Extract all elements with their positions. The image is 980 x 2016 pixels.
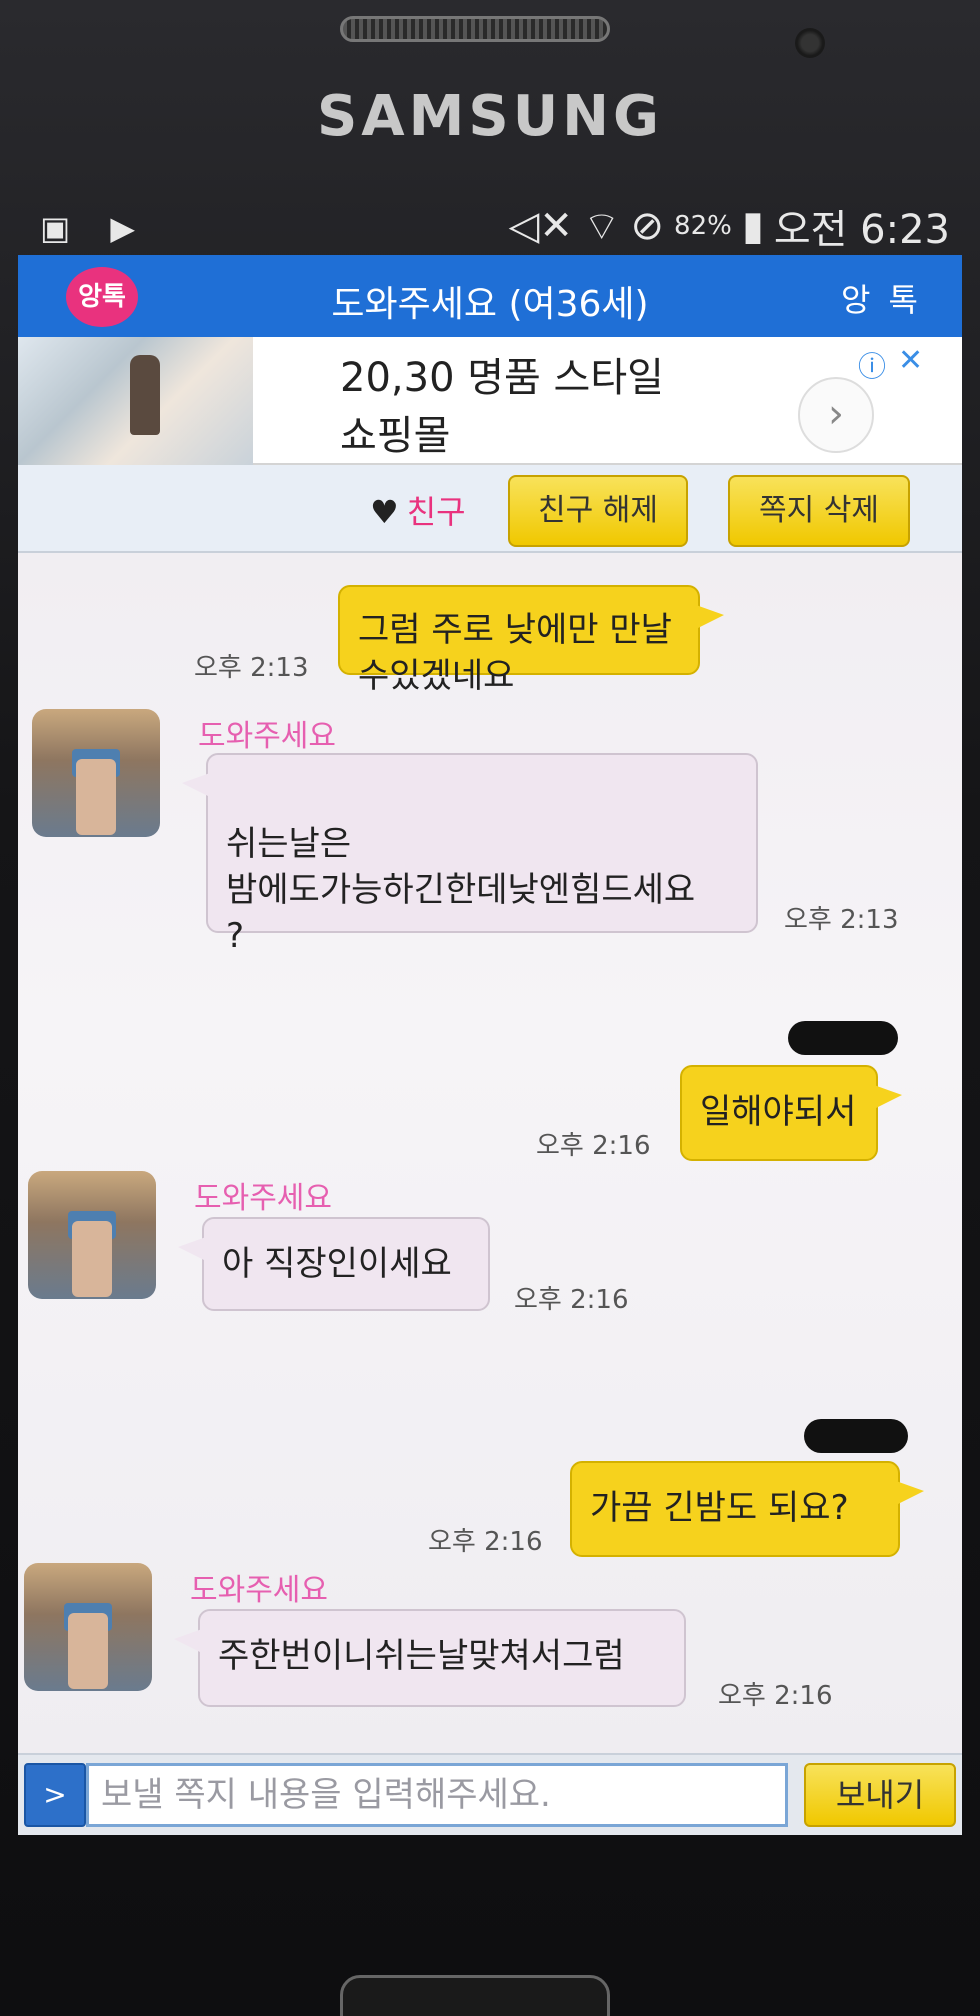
- avatar[interactable]: [24, 1563, 152, 1691]
- sender-name: 도와주세요: [194, 1181, 332, 1216]
- friend-status: ♥ 친구: [370, 487, 466, 533]
- battery-percent: 82%: [674, 211, 732, 241]
- close-icon[interactable]: ✕: [898, 343, 923, 378]
- avatar[interactable]: [28, 1171, 156, 1299]
- message-text: 그럼 주로 낮에만 만날수있겠네요: [358, 610, 672, 696]
- message-text: 가끔 긴밤도 되요?: [590, 1488, 849, 1528]
- chevron-right-icon[interactable]: ›: [798, 377, 874, 453]
- ad-line-2: 쇼핑몰: [340, 413, 451, 459]
- ad-line-1: 20,30 명품 스타일: [340, 355, 664, 401]
- phone-frame: SAMSUNG ▣ ▶ ◁✕ ⌔ ⊘ 82% ▮ 오전 6:23 앙톡 도와주세…: [0, 0, 980, 2016]
- send-button[interactable]: 보내기: [804, 1763, 956, 1827]
- sender-name: 도와주세요: [198, 719, 336, 754]
- message-text: 주한번이니쉬는날맞쳐서그럼: [218, 1636, 625, 1676]
- avatar[interactable]: [32, 709, 160, 837]
- ad-image[interactable]: [18, 337, 253, 465]
- app-bar: 앙톡 도와주세요 (여36세) 앙 톡: [18, 255, 962, 337]
- app-menu-label[interactable]: 앙 톡: [841, 275, 922, 321]
- message-text: 아 직장인이세요: [222, 1244, 452, 1284]
- battery-icon: ▮: [741, 203, 764, 249]
- message-time: 오후 2:16: [514, 1285, 629, 1315]
- mail-notification-icon: ▶: [110, 209, 136, 247]
- unfriend-button[interactable]: 친구 해제: [508, 475, 688, 547]
- info-icon[interactable]: ⓘ: [858, 345, 886, 385]
- earpiece-speaker: [340, 16, 610, 42]
- chat-title: 도와주세요 (여36세): [331, 284, 649, 325]
- status-bar: ▣ ▶ ◁✕ ⌔ ⊘ 82% ▮ 오전 6:23: [20, 195, 960, 255]
- message-time: 오후 2:16: [536, 1131, 651, 1161]
- ad-text[interactable]: 20,30 명품 스타일 쇼핑몰: [340, 349, 664, 465]
- silent-icon: ◁✕: [508, 203, 573, 249]
- message-text: 쉬는날은 밤에도가능하긴한데낮엔힘드세요 ?: [226, 824, 696, 956]
- message-input[interactable]: [86, 1763, 788, 1827]
- their-message-bubble: 아 직장인이세요: [178, 1217, 490, 1311]
- heart-icon: ♥: [370, 493, 399, 531]
- expand-button[interactable]: >: [24, 1763, 86, 1827]
- delete-message-button[interactable]: 쪽지 삭제: [728, 475, 910, 547]
- chat-log[interactable]: 그럼 주로 낮에만 만날수있겠네요 오후 2:13 도와주세요 쉬는날은 밤에도…: [18, 553, 962, 1753]
- message-time: 오후 2:16: [718, 1681, 833, 1711]
- app-screen: 앙톡 도와주세요 (여36세) 앙 톡 20,30 명품 스타일 쇼핑몰 › ⓘ…: [18, 255, 962, 1835]
- message-text: 일해야되서: [700, 1092, 857, 1132]
- device-brand: SAMSUNG: [316, 84, 664, 149]
- sender-name: 도와주세요: [190, 1573, 328, 1608]
- redaction-mark: [788, 1021, 898, 1055]
- home-button[interactable]: [340, 1975, 610, 2016]
- action-bar: ♥ 친구 친구 해제 쪽지 삭제: [18, 465, 962, 553]
- front-camera: [795, 28, 825, 58]
- redaction-mark: [804, 1419, 908, 1453]
- ad-banner[interactable]: 20,30 명품 스타일 쇼핑몰 › ⓘ ✕: [18, 337, 962, 465]
- notification-icon: ▣: [40, 209, 71, 247]
- blocked-icon: ⊘: [630, 203, 665, 249]
- my-message-bubble: 그럼 주로 낮에만 만날수있겠네요: [338, 585, 724, 696]
- wifi-icon: ⌔: [582, 204, 621, 250]
- message-time: 오후 2:16: [428, 1527, 543, 1557]
- message-time: 오후 2:13: [784, 905, 899, 935]
- my-message-bubble: 가끔 긴밤도 되요?: [570, 1461, 924, 1557]
- their-message-bubble: 주한번이니쉬는날맞쳐서그럼: [174, 1609, 686, 1707]
- message-time: 오후 2:13: [194, 653, 309, 683]
- message-input-bar: > 보내기: [18, 1753, 962, 1835]
- their-message-bubble: 쉬는날은 밤에도가능하긴한데낮엔힘드세요 ?: [182, 753, 758, 956]
- my-message-bubble: 일해야되서: [680, 1065, 902, 1161]
- friend-label: 친구: [406, 493, 466, 531]
- clock: 오전 6:23: [773, 207, 950, 253]
